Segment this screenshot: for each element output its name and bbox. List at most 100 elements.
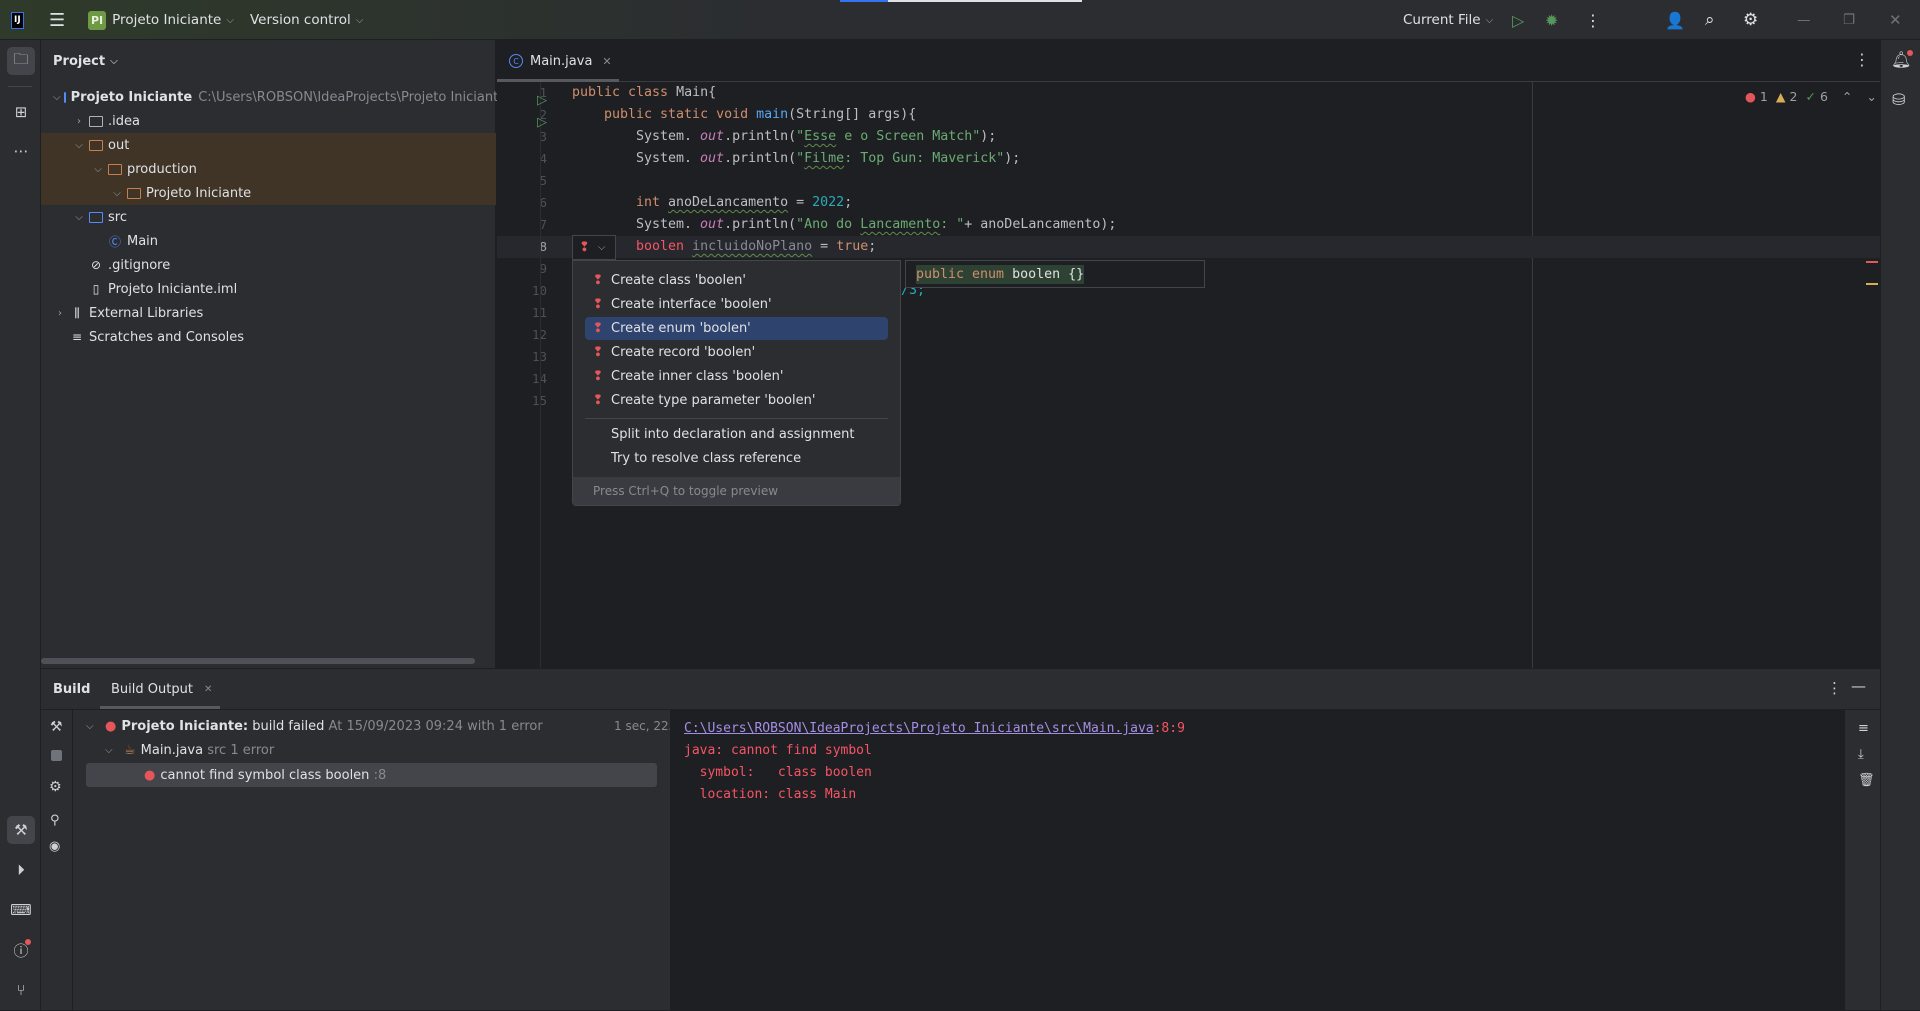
database-icon[interactable]: ⛁ [1892,90,1905,109]
chevron-down-icon[interactable]: ⌵ [91,164,105,175]
divider [72,710,73,1011]
hide-icon[interactable]: — [1851,677,1866,695]
close-tab-icon[interactable]: ✕ [204,684,212,695]
intention-preview: public enum boolen {} [905,260,1205,288]
add-user-icon[interactable]: 👤 [1665,0,1685,40]
tree-item[interactable]: ▯ Projeto Iniciante.iml [41,277,496,301]
project-tool-icon[interactable]: 🗀 [7,47,35,75]
next-highlight-icon[interactable]: ⌄ [1866,89,1876,104]
code-line-2[interactable]: public static void main(String[] args){ [604,104,916,126]
tree-item[interactable]: › .idea [41,109,496,133]
tree-item[interactable]: ⌵ Projeto Iniciante [41,181,496,205]
terminal-tool-icon[interactable]: ⌨ [7,896,35,924]
code-line-3[interactable]: System. out.println("Esse e o Screen Mat… [636,126,996,148]
run-icon[interactable]: ▷ [1512,0,1524,40]
close-tab-icon[interactable]: ✕ [602,55,611,68]
git-tool-icon[interactable]: ⑂ [7,976,35,1004]
menu-item-resolve-class[interactable]: Try to resolve class reference [585,447,888,470]
debug-icon[interactable]: ✹ [1545,0,1558,40]
chevron-down-icon[interactable]: ⌵ [72,212,86,223]
project-selector[interactable]: PI Projeto Iniciante ⌵ [88,0,234,40]
run-class-gutter-icon[interactable]: ▷ [537,93,547,108]
output-file-link[interactable]: C:\Users\ROBSON\IdeaProjects\Projeto Ini… [684,721,1154,736]
line-number: 9 [539,261,547,276]
clear-icon[interactable]: 🗑︎ [1858,773,1875,788]
run-main-gutter-icon[interactable]: ▷ [537,115,547,130]
menu-item-create[interactable]: ❢ Create interface 'boolen' [585,293,888,316]
more-tools-icon[interactable]: ⋯ [7,137,35,165]
java-class-icon: C [509,54,523,68]
gear-icon[interactable]: ⚙ [1743,0,1758,40]
horizontal-scrollbar[interactable] [41,658,475,664]
close-icon[interactable]: ✕ [1889,0,1902,40]
search-icon[interactable]: ⌕ [1705,0,1715,40]
soft-wrap-icon[interactable]: ≡ [1858,721,1869,736]
error-stripe-mark[interactable] [1866,261,1878,263]
menu-item-label: Create class 'boolen' [611,273,746,288]
tab-build-output[interactable]: Build Output ✕ [111,669,212,709]
build-output-console[interactable]: C:\Users\ROBSON\IdeaProjects\Projeto Ini… [670,710,1845,1011]
pin-icon[interactable]: ⚲ [50,813,60,828]
restore-icon[interactable]: ❐ [1843,0,1855,40]
code-line-6[interactable]: int anoDeLancamento = 2022; [636,192,852,214]
chevron-down-icon[interactable]: ⌵ [72,140,86,151]
menu-item-create[interactable]: ❢ Create inner class 'boolen' [585,365,888,388]
project-panel-title[interactable]: Project ⌵ [53,40,118,82]
build-tree-file[interactable]: ⌵ ☕︎ Main.java src 1 error [105,738,274,762]
left-tool-strip: 🗀 ⊞ ⋯ ⚒ ⏵ ⌨ ⓘ ⑂ [0,40,41,1010]
code-line-1[interactable]: public class Main{ [572,82,716,104]
error-message: cannot find symbol class boolen [160,767,370,783]
menu-item-create[interactable]: ❢ Create type parameter 'boolen' [585,389,888,412]
weak-warning-icon: ✓ [1805,88,1816,104]
build-tree-root[interactable]: ⌵ ● Projeto Iniciante: build failed At 1… [86,714,698,738]
menu-item-create[interactable]: ❢ Create record 'boolen' [585,341,888,364]
tree-item[interactable]: Ⓒ Main [41,229,496,253]
chevron-right-icon[interactable]: › [53,308,67,319]
tree-item[interactable]: ⌵ out [41,133,496,157]
code-line-8[interactable]: boolen incluidoNoPlano = true; [636,236,876,258]
tree-item[interactable]: ⊘ .gitignore [41,253,496,277]
menu-item-create[interactable]: ❢ Create class 'boolen' [585,269,888,292]
rebuild-icon[interactable]: ⚒ [50,719,63,735]
tree-item[interactable]: ≡ Scratches and Consoles [41,325,496,349]
line-number: 13 [517,346,547,368]
structure-tool-icon[interactable]: ⊞ [7,98,35,126]
eye-icon[interactable]: ◉ [49,839,60,854]
stop-icon[interactable] [51,750,62,761]
options-icon[interactable]: ⋮ [1827,679,1842,697]
tree-item[interactable]: ⌵ src [41,205,496,229]
tab-options-icon[interactable]: ⋮ [1854,50,1870,69]
settings-icon[interactable]: ⚙ [49,779,62,795]
code-line-7[interactable]: System. out.println("Ano do Lancamento: … [636,214,1116,236]
scroll-to-end-icon[interactable]: ⤓ [1858,747,1864,762]
more-icon[interactable]: ⋮ [1585,0,1601,40]
minimize-icon[interactable]: — [1797,0,1811,40]
inspection-widget[interactable]: ● 1 ▲ 2 ✓ 6 ⌃ ⌄ [1745,85,1877,107]
warning-stripe-mark[interactable] [1866,283,1878,285]
build-tool-icon[interactable]: ⚒ [7,816,35,844]
run-config-selector[interactable]: Current File ⌵ [1403,0,1493,40]
problems-tool-icon[interactable]: ⓘ [7,936,35,964]
build-tree-error[interactable]: ● cannot find symbol class boolen :8 [144,763,386,787]
tree-item[interactable]: ⌵ production [41,157,496,181]
quickfix-bulb-button[interactable]: ❢ ⌵ [572,235,616,260]
chevron-down-icon[interactable]: ⌵ [110,188,124,199]
divider [8,86,32,87]
notifications-icon[interactable]: 🔔︎ [1891,50,1914,69]
code-line-4[interactable]: System. out.println("Filme: Top Gun: Mav… [636,148,1020,170]
right-margin-guide [1532,82,1533,668]
tree-item[interactable]: ⌵ Projeto Iniciante C:\Users\ROBSON\IdeaPr… [41,85,506,109]
tree-item[interactable]: › ⫼ External Libraries [41,301,496,325]
services-tool-icon[interactable]: ⏵ [7,856,35,884]
menu-item-split-declaration[interactable]: Split into declaration and assignment [585,423,888,446]
tab-label: Build Output [111,681,193,697]
tab-main-java[interactable]: C Main.java ✕ [509,40,612,82]
menu-item-create[interactable]: ❢ Create enum 'boolen' [585,317,888,340]
line-number: 7 [539,217,547,232]
vcs-selector[interactable]: Version control ⌵ [250,0,363,40]
chevron-down-icon[interactable]: ⌵ [53,92,61,103]
chevron-right-icon[interactable]: › [72,116,86,127]
file-detail: src 1 error [207,742,275,758]
prev-highlight-icon[interactable]: ⌃ [1842,89,1852,104]
main-menu-icon[interactable]: ☰ [49,0,65,40]
